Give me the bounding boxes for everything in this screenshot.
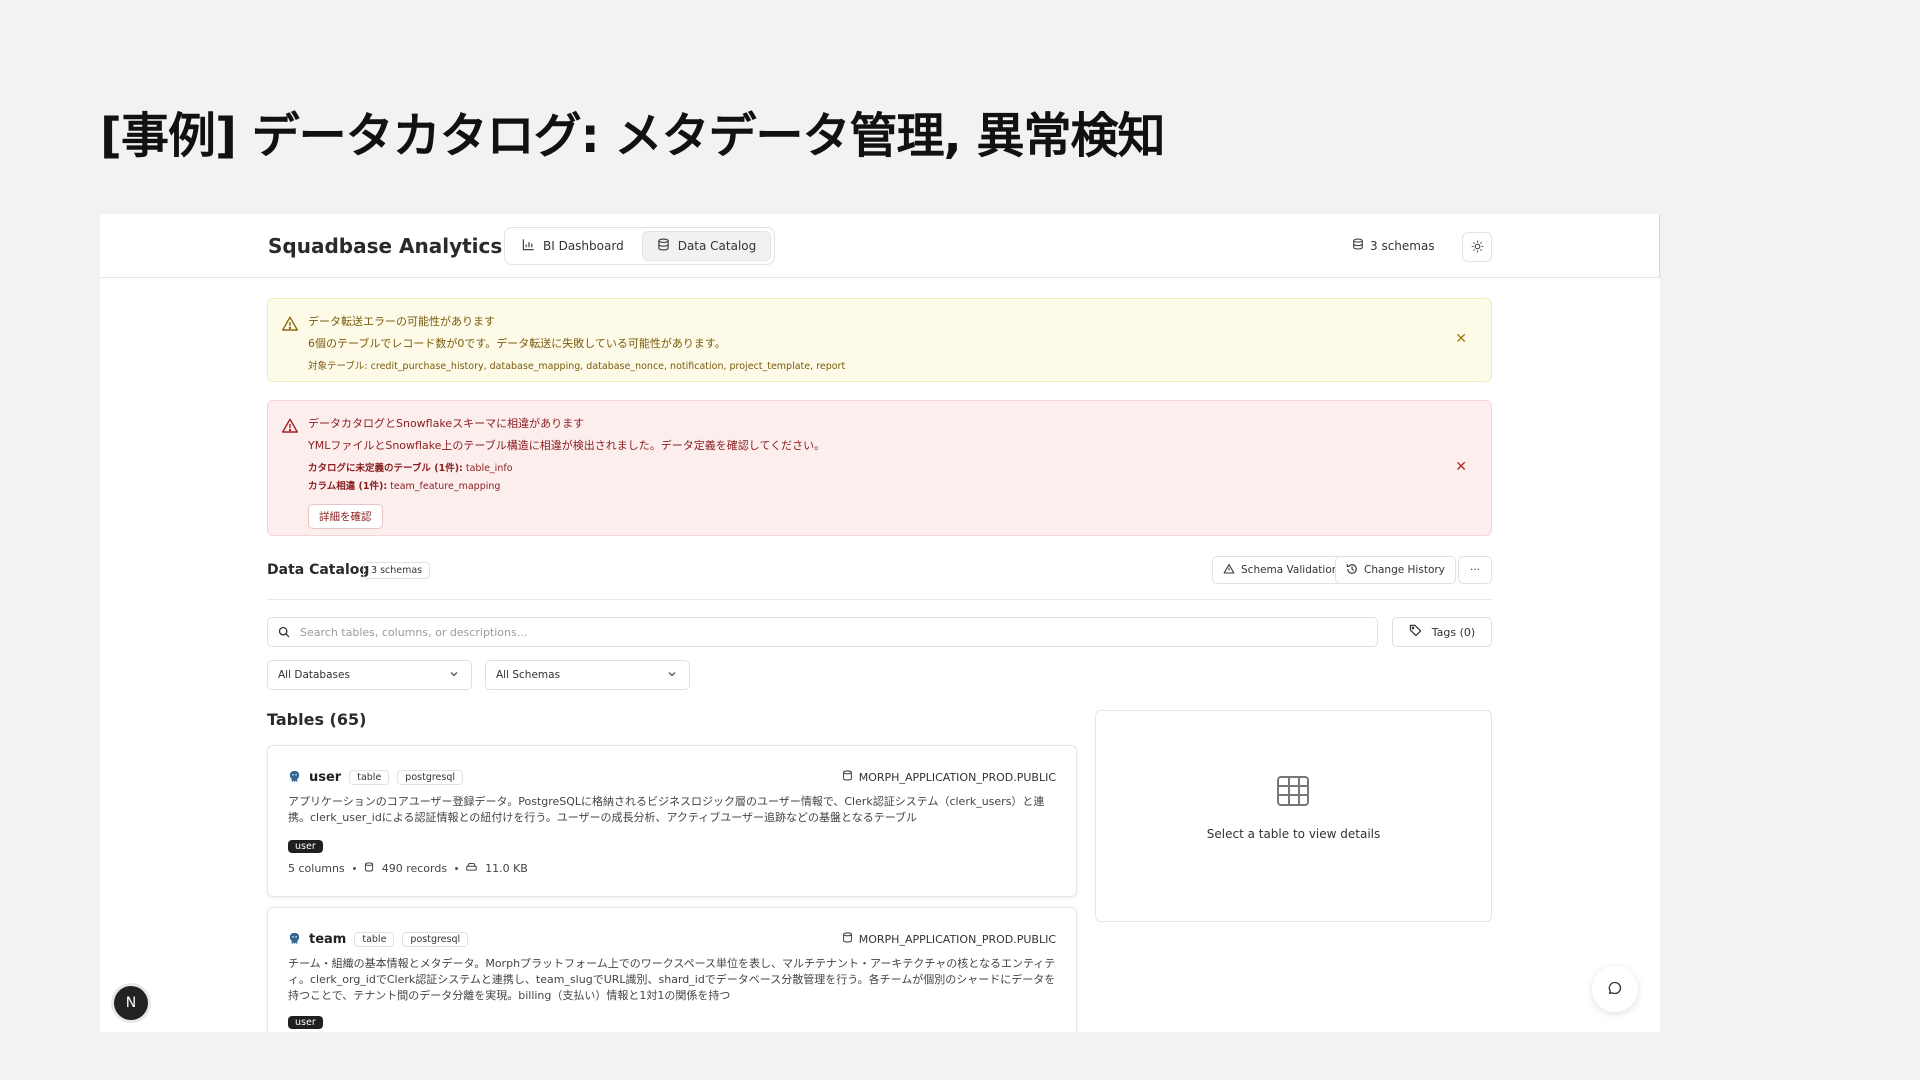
column-diff-label: カラム相違 (1件): [308,481,388,492]
top-navigation: Squadbase Analytics BI Dashboard Data Ca… [100,214,1660,278]
table-card-team[interactable]: team table postgresql MORPH_APPLICATION_… [267,907,1077,1032]
tab-bi-dashboard[interactable]: BI Dashboard [508,231,638,261]
table-description: チーム・組織の基本情報とメタデータ。Morphプラットフォーム上でのワークスペー… [288,957,1056,1002]
column-count: 5 columns [288,862,345,875]
schema-path: MORPH_APPLICATION_PROD.PUBLIC [858,770,1056,784]
tags-button[interactable]: Tags (0) [1392,617,1492,647]
app-window: Squadbase Analytics BI Dashboard Data Ca… [100,214,1660,1032]
app-brand[interactable]: Squadbase Analytics [268,234,502,258]
tables-heading: Tables (65) [267,710,367,729]
tab-label: BI Dashboard [543,239,624,253]
schema-path: MORPH_APPLICATION_PROD.PUBLIC [858,932,1056,946]
schemas-indicator[interactable]: 3 schemas [1352,238,1435,253]
chevron-down-icon [449,669,459,682]
catalog-header: Data Catalog 3 schemas Schema Validation… [267,556,1492,600]
schema-validation-button[interactable]: Schema Validation [1212,556,1350,584]
record-count: 490 records [381,862,448,875]
table-description: アプリケーションのコアユーザー登録データ。PostgreSQLに格納されるビジネ… [288,795,1045,824]
table-source-badge: postgresql [397,770,464,785]
database-filter-select[interactable]: All Databases [267,660,472,690]
data-transfer-warning: データ転送エラーの可能性があります 6個のテーブルでレコード数が0です。データ転… [267,298,1492,382]
schemas-badge: 3 schemas [363,562,431,579]
button-label: Schema Validation [1241,564,1339,576]
sun-icon [1471,238,1484,257]
chat-button[interactable] [1592,966,1638,1012]
select-value: All Schemas [496,669,561,681]
alert-title: データカタログとSnowflakeスキーマに相違があります [308,417,585,430]
view-details-button[interactable]: 詳細を確認 [308,504,383,529]
table-name: team [309,932,347,947]
column-diff-line: カラム相違 (1件): team_feature_mapping [308,478,825,492]
slide-title: [事例] データカタログ: メタデータ管理, 異常検知 [100,108,1165,164]
column-diff-value: team_feature_mapping [390,481,501,492]
tab-label: Data Catalog [677,239,757,253]
table-tag[interactable]: user [288,1016,323,1029]
more-options-button[interactable]: ··· [1458,556,1492,584]
chat-icon [1608,980,1622,999]
search-input[interactable] [300,625,1340,639]
undefined-tables-line: カタログに未定義のテーブル (1件): table_info [308,460,825,474]
close-icon[interactable]: ✕ [1455,331,1467,347]
table-schema: MORPH_APPLICATION_PROD.PUBLIC [842,770,1056,784]
schema-filter-select[interactable]: All Schemas [485,660,690,690]
button-label: Change History [1364,564,1445,576]
table-stats: 5 columns 490 records 11.0 KB [288,862,528,875]
undefined-tables-value: table_info [465,463,513,474]
close-icon[interactable]: ✕ [1455,459,1467,475]
alert-title: データ転送エラーの可能性があります [308,315,495,328]
database-icon [364,862,374,875]
table-detail-panel: Select a table to view details [1095,710,1492,922]
table-type-badge: table [349,770,390,785]
table-size: 11.0 KB [485,862,528,875]
undefined-tables-label: カタログに未定義のテーブル (1件): [308,463,463,474]
alert-description: 6個のテーブルでレコード数が0です。データ転送に失敗している可能性があります。 [308,337,726,350]
table-source-badge: postgresql [402,932,469,947]
search-bar [267,617,1378,647]
separator-dot [455,867,459,870]
theme-toggle-button[interactable] [1462,232,1492,262]
tags-label: Tags (0) [1431,625,1476,639]
table-grid-icon [1275,773,1311,813]
schema-mismatch-alert: データカタログとSnowflakeスキーマに相違があります YMLファイルとSn… [267,400,1492,536]
database-icon [1352,238,1364,253]
table-tag[interactable]: user [288,840,323,853]
database-icon [842,932,853,946]
tag-icon [1409,624,1422,640]
more-icon: ··· [1469,564,1480,576]
change-history-button[interactable]: Change History [1335,556,1456,584]
postgresql-icon [288,930,301,949]
warning-icon [281,417,299,435]
schemas-label: 3 schemas [1370,238,1435,253]
table-card-header: team table postgresql [288,930,469,949]
separator-dot [352,867,356,870]
chevron-down-icon [667,669,677,682]
table-schema: MORPH_APPLICATION_PROD.PUBLIC [842,932,1056,946]
empty-state-hint: Select a table to view details [1206,827,1381,841]
user-avatar[interactable]: N [114,986,148,1020]
database-icon [842,770,853,784]
database-icon [657,238,670,254]
tab-data-catalog[interactable]: Data Catalog [641,231,772,261]
warning-icon [281,315,299,333]
history-icon [1346,563,1358,578]
postgresql-icon [288,768,301,787]
hard-drive-icon [466,862,477,875]
alert-target-tables: 対象テーブル: credit_purchase_history, databas… [308,361,846,372]
table-card-header: user table postgresql [288,768,464,787]
bar-chart-icon [522,238,535,254]
alert-description: YMLファイルとSnowflake上のテーブル構造に相違が検出されました。データ… [308,439,826,452]
table-name: user [309,770,342,785]
catalog-title: Data Catalog [267,562,370,578]
warning-icon [1223,563,1235,578]
view-tabs: BI Dashboard Data Catalog [504,227,776,265]
search-icon [278,623,290,642]
select-value: All Databases [278,669,350,681]
table-type-badge: table [354,932,395,947]
table-card-user[interactable]: user table postgresql MORPH_APPLICATION_… [267,745,1077,897]
